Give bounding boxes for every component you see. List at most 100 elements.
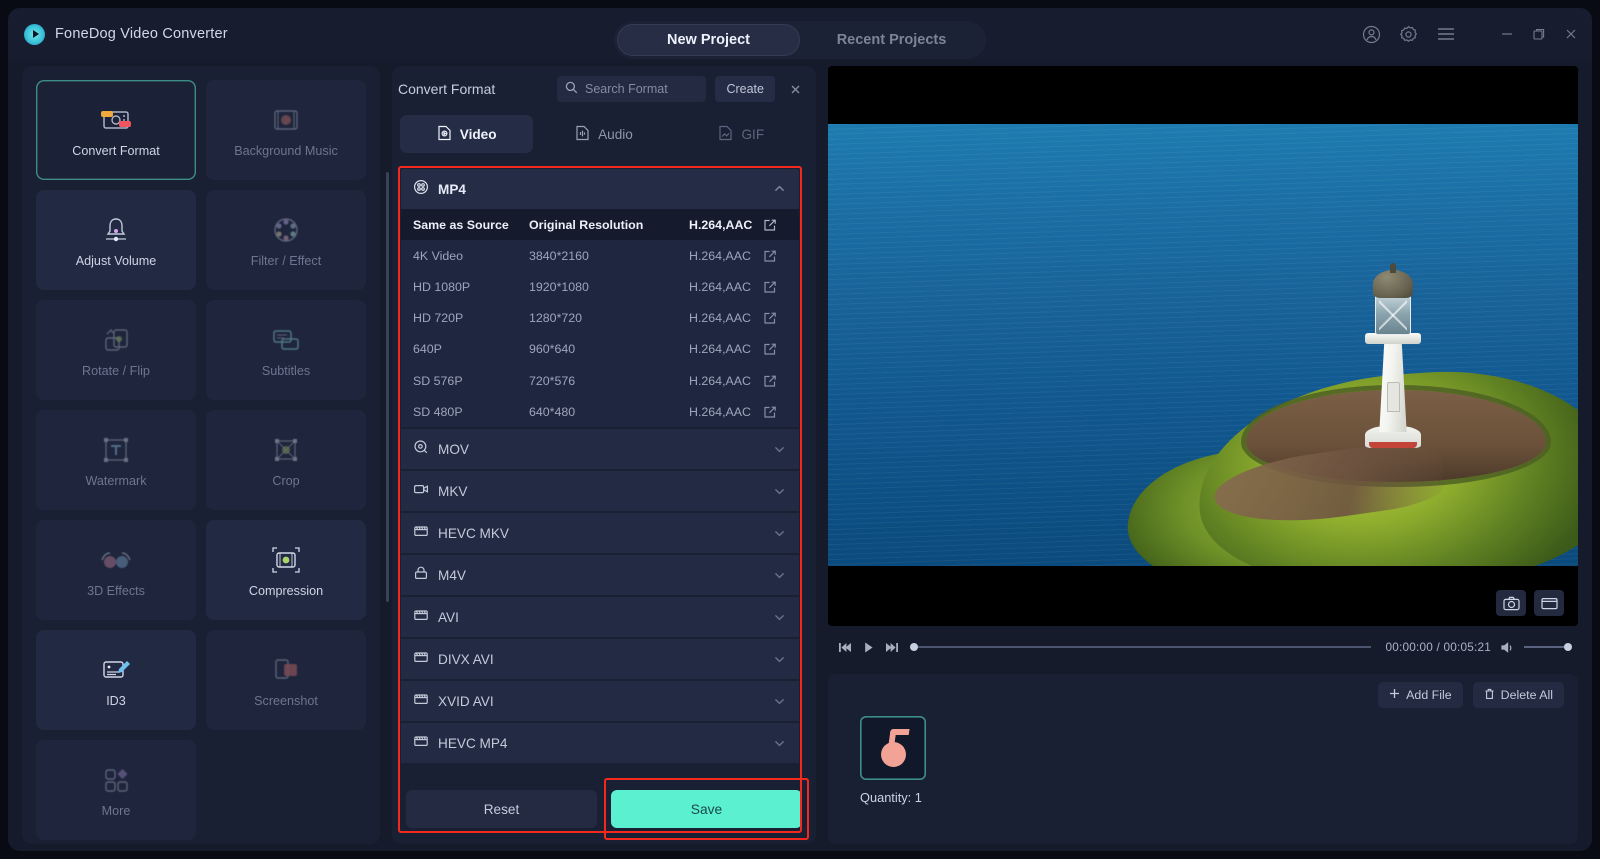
- preset-name: SD 576P: [413, 373, 463, 388]
- play-circle-icon: [24, 23, 45, 45]
- file-list-panel: Add File Delete All Quantity: 1: [828, 674, 1578, 844]
- tab-new-project[interactable]: New Project: [617, 24, 800, 56]
- sidebar-item-label: Watermark: [85, 473, 147, 488]
- background-music-icon: [269, 103, 303, 137]
- list-item[interactable]: [860, 716, 926, 780]
- group-name: AVI: [438, 609, 459, 625]
- time-display: 00:00:00 / 00:05:21: [1385, 640, 1491, 654]
- chevron-down-icon[interactable]: [774, 524, 785, 542]
- sidebar-item-convert-format[interactable]: Convert Format: [36, 80, 196, 180]
- close-icon[interactable]: [784, 83, 806, 96]
- minimize-icon[interactable]: [1500, 27, 1514, 41]
- snapshot-icon[interactable]: [1496, 590, 1526, 616]
- chevron-down-icon[interactable]: [774, 734, 785, 752]
- sidebar-item-background-music[interactable]: Background Music: [206, 80, 366, 180]
- create-button[interactable]: Create: [715, 76, 775, 102]
- group-name: HEVC MP4: [438, 735, 508, 751]
- avi-icon: [413, 607, 429, 628]
- format-list: MP4 Same as Source Original Resolution H…: [401, 169, 799, 830]
- chevron-up-icon[interactable]: [774, 180, 785, 198]
- hevc-icon: [413, 733, 429, 754]
- format-group-xvid-avi[interactable]: XVID AVI: [401, 681, 799, 722]
- video-file-icon: [437, 125, 452, 144]
- sidebar-item-compression[interactable]: Compression: [206, 520, 366, 620]
- edit-icon[interactable]: [763, 374, 799, 388]
- tab-recent-projects[interactable]: Recent Projects: [800, 24, 983, 56]
- table-row[interactable]: 4K Video 3840*2160 H.264,AAC: [401, 240, 799, 272]
- save-button[interactable]: Save: [611, 790, 802, 828]
- progress-slider[interactable]: [910, 643, 1371, 651]
- codec: H.264,AAC: [689, 311, 751, 326]
- format-group-hevc-mkv[interactable]: HEVC MKV: [401, 513, 799, 554]
- table-row[interactable]: HD 720P 1280*720 H.264,AAC: [401, 302, 799, 334]
- close-icon[interactable]: [1564, 27, 1578, 41]
- sidebar-item-screenshot[interactable]: Screenshot: [206, 630, 366, 730]
- adjust-volume-icon: [99, 213, 133, 247]
- account-icon[interactable]: [1362, 25, 1381, 44]
- format-group-mov[interactable]: MOV: [401, 429, 799, 470]
- chevron-down-icon[interactable]: [774, 566, 785, 584]
- chevron-down-icon[interactable]: [774, 440, 785, 458]
- chevron-down-icon[interactable]: [774, 692, 785, 710]
- add-file-button[interactable]: Add File: [1378, 682, 1463, 708]
- sidebar-item-subtitles[interactable]: Subtitles: [206, 300, 366, 400]
- panel-scrollbar[interactable]: [386, 172, 389, 602]
- edit-icon[interactable]: [763, 311, 799, 325]
- table-row[interactable]: HD 1080P 1920*1080 H.264,AAC: [401, 271, 799, 303]
- codec: H.264,AAC: [689, 279, 751, 294]
- sidebar-item-filter-effect[interactable]: Filter / Effect: [206, 190, 366, 290]
- table-row[interactable]: SD 480P 640*480 H.264,AAC: [401, 396, 799, 428]
- sidebar-item-watermark[interactable]: Watermark: [36, 410, 196, 510]
- edit-icon[interactable]: [763, 405, 799, 419]
- sidebar-item-label: Convert Format: [72, 143, 160, 158]
- table-row[interactable]: Same as Source Original Resolution H.264…: [401, 209, 799, 241]
- group-name: MP4: [438, 181, 466, 197]
- gear-icon[interactable]: [1399, 25, 1418, 44]
- edit-icon[interactable]: [763, 342, 799, 356]
- progress-handle[interactable]: [910, 643, 918, 651]
- format-group-avi[interactable]: AVI: [401, 597, 799, 638]
- tab-gif[interactable]: GIF: [675, 115, 808, 153]
- edit-icon[interactable]: [763, 218, 799, 232]
- restore-icon[interactable]: [1532, 27, 1546, 41]
- format-group-hevc-mp4[interactable]: HEVC MP4: [401, 723, 799, 764]
- video-preview[interactable]: [828, 66, 1578, 626]
- lighthouse-red-trim: [1369, 442, 1417, 448]
- format-group-mp4[interactable]: MP4: [401, 169, 799, 209]
- skip-next-icon[interactable]: [884, 641, 899, 654]
- lighthouse: [1353, 258, 1433, 448]
- volume-handle[interactable]: [1564, 643, 1572, 651]
- search-format-input[interactable]: Search Format: [557, 76, 707, 102]
- format-group-divx-avi[interactable]: DIVX AVI: [401, 639, 799, 680]
- table-row[interactable]: SD 576P 720*576 H.264,AAC: [401, 364, 799, 397]
- tab-video[interactable]: Video: [400, 115, 534, 153]
- sidebar-item-crop[interactable]: Crop: [206, 410, 366, 510]
- resolution: 1280*720: [529, 311, 583, 326]
- sidebar-item-rotate-flip[interactable]: Rotate / Flip: [36, 300, 196, 400]
- edit-icon[interactable]: [763, 249, 799, 263]
- format-group-m4v[interactable]: M4V: [401, 555, 799, 596]
- delete-all-button[interactable]: Delete All: [1472, 682, 1564, 708]
- convert-format-icon: [99, 103, 133, 137]
- table-row[interactable]: 640P 960*640 H.264,AAC: [401, 333, 799, 365]
- sidebar-item-3d-effects[interactable]: 3D Effects: [36, 520, 196, 620]
- sidebar-item-id3[interactable]: ID3: [36, 630, 196, 730]
- edit-icon[interactable]: [763, 280, 799, 294]
- chevron-down-icon[interactable]: [774, 608, 785, 626]
- menu-icon[interactable]: [1436, 26, 1456, 42]
- chevron-down-icon[interactable]: [774, 482, 785, 500]
- volume-slider[interactable]: [1524, 643, 1572, 651]
- id3-icon: [99, 653, 133, 687]
- reset-button[interactable]: Reset: [406, 790, 597, 828]
- skip-previous-icon[interactable]: [838, 641, 853, 654]
- chevron-down-icon[interactable]: [774, 650, 785, 668]
- sidebar-item-adjust-volume[interactable]: Adjust Volume: [36, 190, 196, 290]
- group-name: MOV: [438, 441, 469, 457]
- format-group-mkv[interactable]: MKV: [401, 471, 799, 512]
- tab-audio[interactable]: Audio: [537, 115, 670, 153]
- compression-icon: [269, 543, 303, 577]
- play-icon[interactable]: [862, 641, 875, 654]
- sidebar-item-more[interactable]: More: [36, 740, 196, 840]
- aspect-ratio-icon[interactable]: [1534, 590, 1564, 616]
- volume-icon[interactable]: [1500, 641, 1515, 654]
